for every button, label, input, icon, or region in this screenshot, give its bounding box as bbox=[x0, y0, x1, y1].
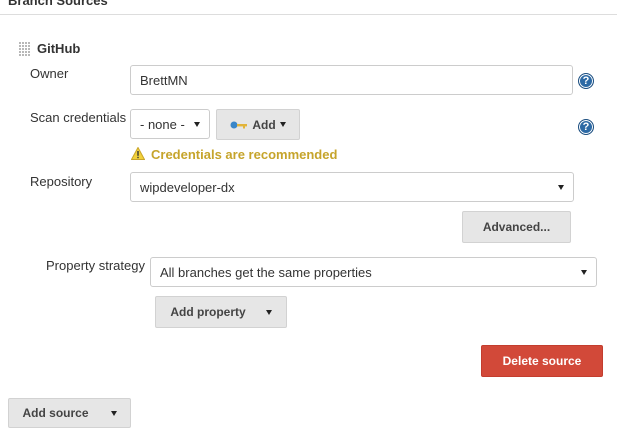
add-credentials-label: Add bbox=[252, 117, 276, 132]
advanced-button-label: Advanced... bbox=[482, 220, 551, 234]
repository-selected: wipdeveloper-dx bbox=[140, 179, 235, 195]
property-strategy-selected: All branches get the same properties bbox=[160, 264, 372, 280]
advanced-button[interactable]: Advanced... bbox=[462, 211, 571, 243]
drag-handle-icon[interactable] bbox=[19, 42, 30, 57]
repository-label: Repository bbox=[30, 174, 93, 189]
delete-source-label: Delete source bbox=[502, 354, 582, 368]
owner-input[interactable] bbox=[130, 65, 573, 95]
repository-select[interactable]: wipdeveloper-dx bbox=[130, 172, 574, 202]
chevron-down-icon bbox=[110, 410, 117, 416]
source-title: GitHub bbox=[37, 41, 81, 56]
help-icon[interactable]: ? bbox=[578, 73, 594, 89]
chevron-down-icon bbox=[265, 309, 272, 315]
add-source-label: Add source bbox=[22, 406, 89, 420]
delete-source-button[interactable]: Delete source bbox=[481, 345, 603, 377]
add-credentials-button[interactable]: Add bbox=[216, 109, 300, 140]
property-strategy-select[interactable]: All branches get the same properties bbox=[150, 257, 597, 287]
scan-credentials-selected: - none - bbox=[140, 116, 185, 132]
credentials-warning: Credentials are recommended bbox=[151, 147, 338, 162]
chevron-down-icon bbox=[194, 121, 200, 127]
help-icon[interactable]: ? bbox=[578, 119, 594, 135]
property-strategy-label: Property strategy bbox=[46, 258, 145, 273]
chevron-down-icon bbox=[279, 122, 286, 127]
section-title: Branch Sources bbox=[8, 0, 108, 8]
add-source-button[interactable]: Add source bbox=[8, 398, 131, 428]
scan-credentials-select[interactable]: - none - bbox=[130, 109, 210, 139]
chevron-down-icon bbox=[581, 269, 587, 275]
scan-credentials-label: Scan credentials bbox=[30, 110, 127, 125]
chevron-down-icon bbox=[558, 184, 564, 190]
add-property-label: Add property bbox=[170, 305, 246, 319]
owner-label: Owner bbox=[30, 66, 69, 81]
section-divider bbox=[0, 14, 617, 15]
add-property-button[interactable]: Add property bbox=[155, 296, 287, 328]
warning-icon bbox=[131, 147, 145, 160]
key-icon bbox=[230, 121, 248, 128]
